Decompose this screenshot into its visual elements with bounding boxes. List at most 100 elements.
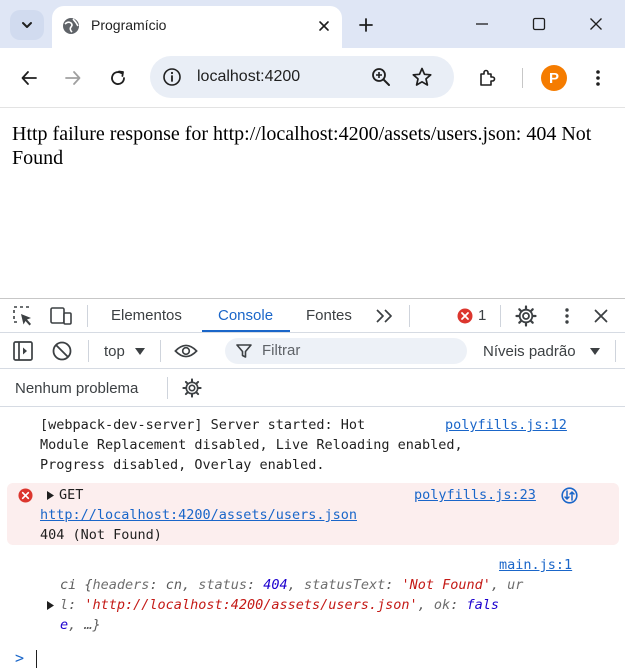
tab-search-button[interactable] bbox=[10, 10, 44, 40]
site-info-icon[interactable] bbox=[162, 67, 182, 87]
arrow-right-icon bbox=[65, 71, 81, 85]
clear-console-button[interactable] bbox=[50, 339, 74, 363]
reload-button[interactable] bbox=[104, 64, 132, 92]
double-chevron-right-icon bbox=[376, 309, 392, 323]
more-tabs-button[interactable] bbox=[372, 304, 396, 328]
source-link[interactable]: main.js:1 bbox=[499, 555, 572, 575]
profile-avatar[interactable]: P bbox=[541, 65, 567, 91]
console-log-message: [webpack-dev-server] Server started: Hot… bbox=[0, 415, 625, 475]
devtools-menu-button[interactable] bbox=[555, 304, 579, 328]
expand-triangle-icon[interactable] bbox=[46, 600, 55, 611]
live-expression-button[interactable] bbox=[174, 339, 198, 363]
minimize-icon bbox=[476, 23, 488, 25]
object-preview-line[interactable]: l: 'http://localhost:4200/assets/users.j… bbox=[60, 595, 499, 615]
new-tab-button[interactable] bbox=[354, 13, 378, 37]
close-window-button[interactable] bbox=[582, 10, 610, 38]
request-url-link[interactable]: http://localhost:4200/assets/users.json bbox=[40, 505, 357, 525]
toolbar-divider bbox=[615, 340, 616, 362]
toolbar-divider bbox=[87, 305, 88, 327]
kebab-menu-icon bbox=[596, 70, 600, 86]
arrow-left-icon bbox=[21, 71, 37, 85]
log-line: Module Replacement disabled, Live Reload… bbox=[40, 437, 463, 453]
http-error-message: Http failure response for http://localho… bbox=[12, 123, 592, 169]
context-selector[interactable]: top bbox=[104, 343, 125, 360]
tab-close-button[interactable] bbox=[313, 15, 335, 37]
browser-toolbar: localhost:4200 P bbox=[0, 48, 625, 108]
toolbar-divider bbox=[88, 340, 89, 362]
object-preview-line[interactable]: ci {headers: cn, status: 404, statusText… bbox=[60, 575, 523, 595]
devtools-tab-bar: Elementos Console Fontes 1 bbox=[0, 299, 625, 333]
back-button[interactable] bbox=[15, 64, 43, 92]
object-preview-line[interactable]: e, …} bbox=[60, 615, 101, 635]
show-sidebar-button[interactable] bbox=[11, 339, 35, 363]
console-output: [webpack-dev-server] Server started: Hot… bbox=[0, 407, 625, 672]
forward-button[interactable] bbox=[59, 64, 87, 92]
error-count[interactable]: 1 bbox=[478, 307, 486, 324]
log-line: Progress disabled, Overlay enabled. bbox=[40, 457, 325, 473]
log-line: [webpack-dev-server] Server started: Hot bbox=[40, 417, 366, 433]
filter-placeholder: Filtrar bbox=[262, 342, 301, 359]
minimize-button[interactable] bbox=[468, 10, 496, 38]
browser-tab[interactable]: Programício bbox=[52, 6, 342, 48]
eye-icon bbox=[174, 344, 198, 358]
inspect-element-button[interactable] bbox=[11, 304, 35, 328]
tab-sources[interactable]: Fontes bbox=[306, 307, 352, 324]
globe-icon bbox=[63, 18, 79, 34]
close-icon bbox=[319, 21, 329, 31]
kebab-menu-icon bbox=[565, 308, 569, 324]
sidebar-icon bbox=[13, 341, 33, 361]
bookmark-star-icon[interactable] bbox=[411, 66, 433, 88]
page-content: Http failure response for http://localho… bbox=[0, 108, 625, 298]
devtools-panel: Elementos Console Fontes 1 top Filtrar N… bbox=[0, 298, 625, 672]
reload-icon bbox=[111, 70, 125, 85]
close-icon bbox=[590, 18, 602, 30]
active-tab-indicator bbox=[202, 330, 290, 332]
error-circle-icon bbox=[457, 308, 473, 324]
error-counter[interactable] bbox=[453, 304, 477, 328]
gear-icon bbox=[182, 378, 202, 398]
caret-down-icon[interactable] bbox=[589, 347, 601, 357]
toolbar-divider bbox=[522, 68, 523, 88]
close-devtools-button[interactable] bbox=[589, 304, 613, 328]
network-request-icon[interactable] bbox=[561, 487, 578, 504]
inspect-icon bbox=[13, 306, 31, 326]
console-settings-button[interactable] bbox=[180, 376, 204, 400]
tab-title: Programício bbox=[91, 17, 167, 33]
console-object-message: main.js:1 ci {headers: cn, status: 404, … bbox=[0, 555, 625, 635]
chevron-down-icon bbox=[22, 22, 32, 28]
extensions-button[interactable] bbox=[473, 64, 501, 92]
console-error-message: GET polyfills.js:23 http://localhost:420… bbox=[7, 483, 619, 545]
issues-bar: Nenhum problema bbox=[0, 369, 625, 407]
gear-icon bbox=[515, 305, 537, 327]
tab-console[interactable]: Console bbox=[218, 307, 273, 324]
block-icon bbox=[52, 341, 72, 361]
console-input-caret[interactable] bbox=[36, 650, 37, 668]
filter-icon bbox=[236, 344, 252, 358]
toolbar-divider bbox=[500, 305, 501, 327]
source-link[interactable]: polyfills.js:23 bbox=[414, 485, 536, 505]
close-icon bbox=[594, 309, 608, 323]
error-circle-icon bbox=[18, 488, 33, 503]
browser-menu-button[interactable] bbox=[584, 64, 612, 92]
address-bar[interactable]: localhost:4200 bbox=[150, 56, 454, 98]
request-method: GET bbox=[59, 487, 84, 503]
zoom-icon[interactable] bbox=[370, 66, 392, 88]
url-text[interactable]: localhost:4200 bbox=[197, 68, 300, 86]
toolbar-divider bbox=[167, 377, 168, 399]
console-toolbar: top Filtrar Níveis padrão bbox=[0, 333, 625, 369]
console-filter-input[interactable]: Filtrar bbox=[225, 338, 467, 364]
log-levels-dropdown[interactable]: Níveis padrão bbox=[483, 343, 576, 360]
caret-down-icon[interactable] bbox=[134, 347, 146, 357]
console-prompt-icon: > bbox=[15, 649, 25, 667]
device-toolbar-button[interactable] bbox=[49, 304, 73, 328]
issues-status[interactable]: Nenhum problema bbox=[15, 380, 138, 397]
maximize-button[interactable] bbox=[525, 10, 553, 38]
tab-strip: Programício bbox=[0, 0, 625, 48]
device-icon bbox=[50, 307, 72, 325]
expand-triangle-icon[interactable] bbox=[46, 490, 55, 501]
source-link[interactable]: polyfills.js:12 bbox=[445, 415, 567, 435]
toolbar-divider bbox=[160, 340, 161, 362]
tab-elements[interactable]: Elementos bbox=[111, 307, 182, 324]
maximize-icon bbox=[532, 17, 546, 31]
devtools-settings-button[interactable] bbox=[514, 304, 538, 328]
